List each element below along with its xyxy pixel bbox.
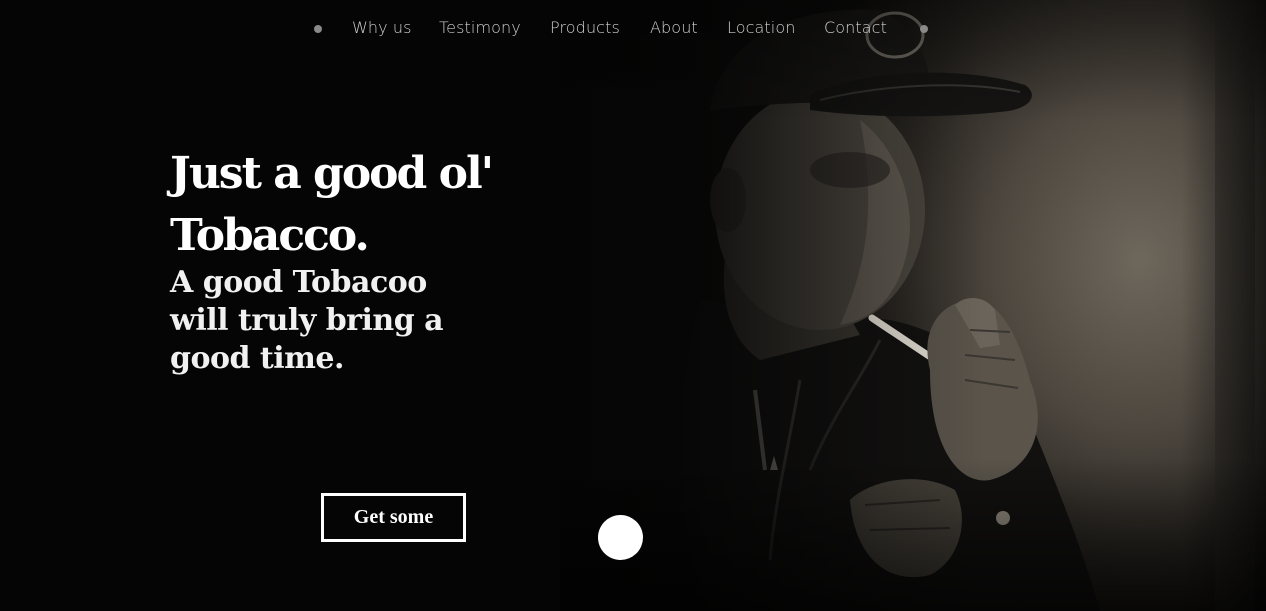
hero-subline: A good Tobacoo will truly bring a good t… [170, 265, 444, 376]
nav-link-testimony[interactable]: Testimony [439, 18, 521, 37]
hero-headline: Just a good ol' Tobacco. [170, 148, 494, 261]
nav-link-why-us[interactable]: Why us [352, 18, 412, 37]
scroll-indicator-circle[interactable] [598, 515, 643, 560]
nav-link-location[interactable]: Location [727, 18, 795, 37]
nav-link-contact[interactable]: Contact [824, 18, 887, 37]
top-navigation: Why us Testimony Products About Location… [0, 0, 1266, 56]
smoking-man-illustration [681, 0, 1255, 611]
hero-photo [560, 0, 1266, 611]
get-some-button[interactable]: Get some [321, 493, 466, 542]
nav-link-products[interactable]: Products [550, 18, 620, 37]
nav-left-dot [314, 25, 322, 33]
nav-link-about[interactable]: About [650, 18, 698, 37]
nav-right-dot [920, 25, 928, 33]
